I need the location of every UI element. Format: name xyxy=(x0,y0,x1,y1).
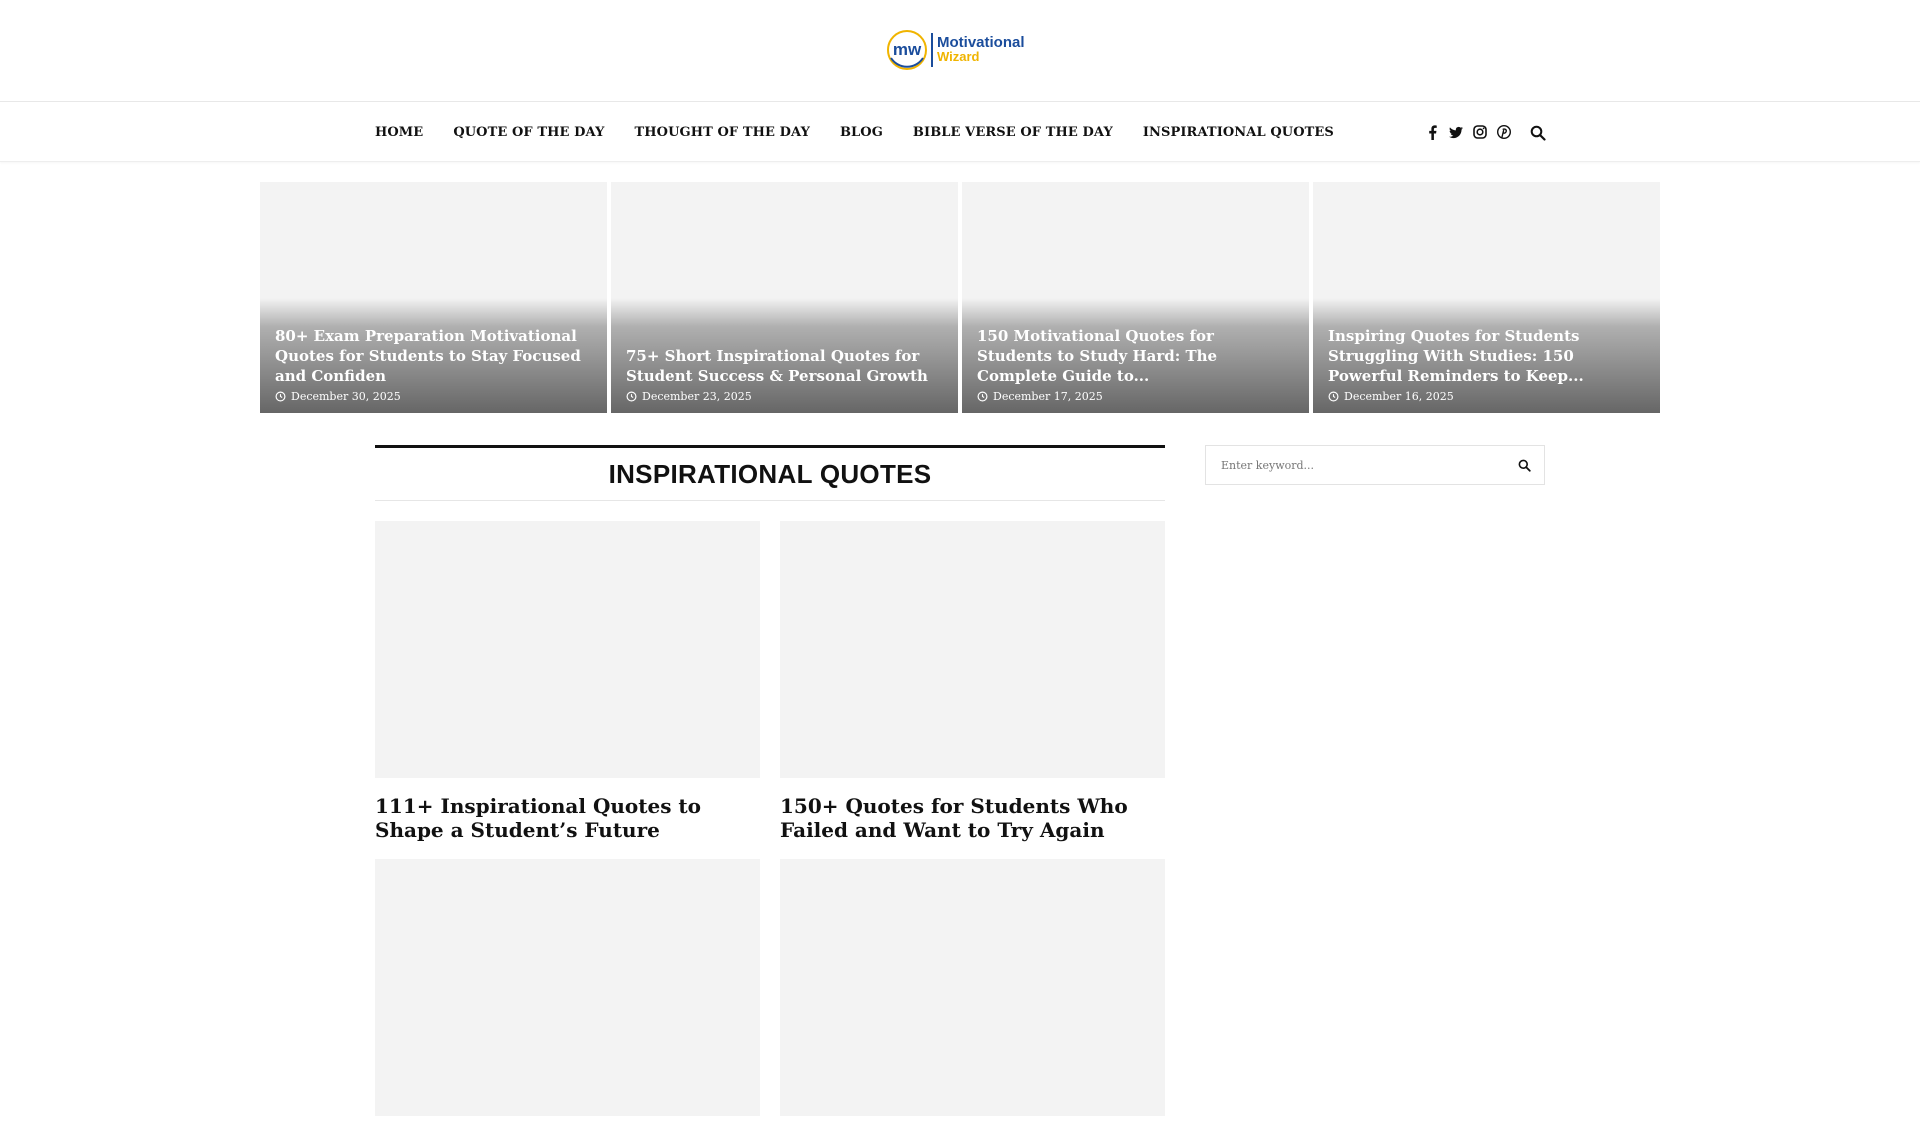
clock-icon xyxy=(977,391,988,402)
featured-post-text: 75+ Short Inspirational Quotes for Stude… xyxy=(626,346,943,403)
clock-icon xyxy=(275,391,286,402)
post-title[interactable]: 111+ Inspirational Quotes to Shape a Stu… xyxy=(375,794,760,842)
featured-post-text: 150 Motivational Quotes for Students to … xyxy=(977,326,1294,403)
facebook-icon[interactable] xyxy=(1425,124,1439,140)
post-date-text: December 23, 2025 xyxy=(642,390,752,403)
twitter-icon[interactable] xyxy=(1449,125,1463,139)
section-title: INSPIRATIONAL QUOTES xyxy=(608,458,932,489)
nav-item-bible-verse[interactable]: BIBLE VERSE OF THE DAY xyxy=(913,125,1113,140)
post-title[interactable]: 150+ Quotes for Students Who Failed and … xyxy=(780,794,1165,842)
instagram-icon[interactable] xyxy=(1473,125,1487,139)
featured-post-card[interactable]: 150 Motivational Quotes for Students to … xyxy=(962,182,1309,413)
featured-post-card[interactable]: 80+ Exam Preparation Motivational Quotes… xyxy=(260,182,607,413)
post-date: December 17, 2025 xyxy=(977,390,1294,403)
post-date: December 23, 2025 xyxy=(626,390,943,403)
clock-icon xyxy=(1328,391,1339,402)
nav-item-home[interactable]: HOME xyxy=(375,125,423,140)
logo-line2: Wizard xyxy=(937,49,980,64)
post-thumbnail[interactable] xyxy=(375,521,760,778)
post-date-text: December 16, 2025 xyxy=(1344,390,1454,403)
featured-post-title[interactable]: 75+ Short Inspirational Quotes for Stude… xyxy=(626,346,943,386)
featured-post-text: Inspiring Quotes for Students Struggling… xyxy=(1328,326,1645,403)
post-card xyxy=(375,859,760,1132)
post-date-text: December 30, 2025 xyxy=(291,390,401,403)
post-card xyxy=(780,859,1165,1132)
site-header: mw Motivational Wizard xyxy=(0,0,1920,102)
pinterest-icon[interactable] xyxy=(1497,125,1511,139)
post-date: December 30, 2025 xyxy=(275,390,592,403)
nav-item-thought-of-the-day[interactable]: THOUGHT OF THE DAY xyxy=(634,125,809,140)
logo-mark-text: mw xyxy=(893,40,922,59)
logo-line1: Motivational xyxy=(937,34,1025,51)
post-card: 111+ Inspirational Quotes to Shape a Stu… xyxy=(375,521,760,842)
featured-post-title[interactable]: Inspiring Quotes for Students Struggling… xyxy=(1328,326,1645,386)
featured-post-text: 80+ Exam Preparation Motivational Quotes… xyxy=(275,326,592,403)
featured-slider: 80+ Exam Preparation Motivational Quotes… xyxy=(260,182,1661,413)
post-thumbnail[interactable] xyxy=(780,521,1165,778)
post-date-text: December 17, 2025 xyxy=(993,390,1103,403)
site-logo[interactable]: mw Motivational Wizard xyxy=(885,28,1025,72)
social-links xyxy=(1425,102,1511,162)
logo-text: Motivational Wizard xyxy=(937,34,1025,64)
logo-divider xyxy=(931,33,933,67)
sidebar-search xyxy=(1205,445,1545,485)
featured-post-card[interactable]: Inspiring Quotes for Students Struggling… xyxy=(1313,182,1660,413)
logo-mark-icon: mw xyxy=(887,30,927,70)
nav-item-inspirational-quotes[interactable]: INSPIRATIONAL QUOTES xyxy=(1143,125,1334,140)
post-card: 150+ Quotes for Students Who Failed and … xyxy=(780,521,1165,842)
post-thumbnail[interactable] xyxy=(780,859,1165,1116)
featured-post-card[interactable]: 75+ Short Inspirational Quotes for Stude… xyxy=(611,182,958,413)
search-input[interactable] xyxy=(1206,446,1504,484)
clock-icon xyxy=(626,391,637,402)
section-header: INSPIRATIONAL QUOTES xyxy=(375,445,1165,501)
search-icon[interactable] xyxy=(1530,125,1546,141)
post-date: December 16, 2025 xyxy=(1328,390,1645,403)
nav-item-blog[interactable]: BLOG xyxy=(840,125,883,140)
featured-post-title[interactable]: 150 Motivational Quotes for Students to … xyxy=(977,326,1294,386)
featured-post-title[interactable]: 80+ Exam Preparation Motivational Quotes… xyxy=(275,326,592,386)
main-navigation: HOME QUOTE OF THE DAY THOUGHT OF THE DAY… xyxy=(0,102,1920,162)
nav-menu: HOME QUOTE OF THE DAY THOUGHT OF THE DAY… xyxy=(375,102,1334,162)
search-button[interactable] xyxy=(1504,446,1544,484)
post-thumbnail[interactable] xyxy=(375,859,760,1116)
nav-item-quote-of-the-day[interactable]: QUOTE OF THE DAY xyxy=(453,125,604,140)
search-icon xyxy=(1518,459,1531,472)
